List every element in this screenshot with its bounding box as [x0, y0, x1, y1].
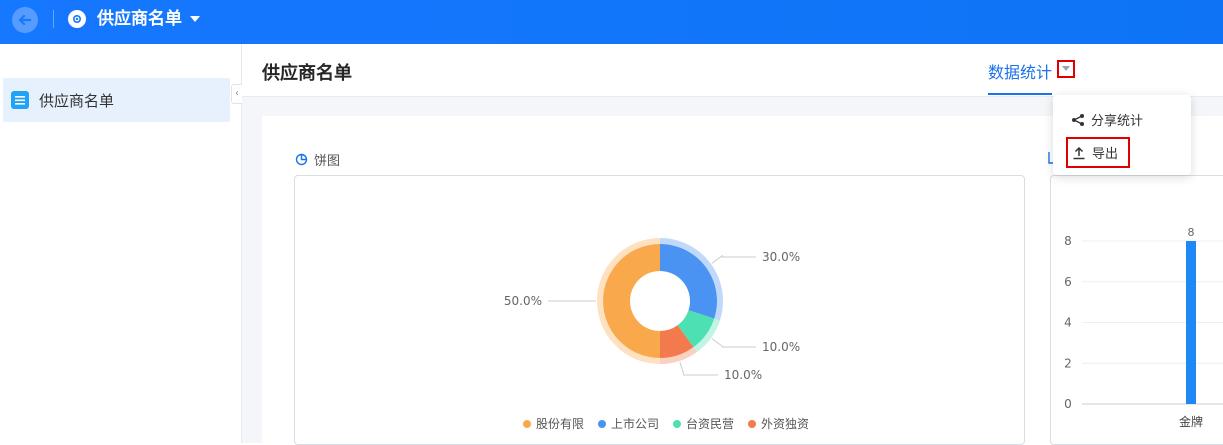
list-icon: [11, 91, 29, 109]
export-label: 导出: [1092, 147, 1119, 162]
y-tick-label: 4: [1064, 316, 1072, 330]
pie-data-label: 30.0%: [762, 250, 800, 264]
pie-leader-line: [711, 338, 756, 348]
menu-item-export[interactable]: 导出: [1066, 137, 1130, 168]
pie-data-label: 10.0%: [724, 368, 762, 382]
app-switch-caret-icon[interactable]: [189, 14, 201, 24]
legend-item[interactable]: 股份有限: [523, 415, 584, 432]
bar-chart: 0 2 4 6 8 8 金牌: [1064, 226, 1223, 429]
pie-data-label: 50.0%: [504, 294, 542, 308]
legend-item[interactable]: 外资独资: [748, 415, 809, 432]
legend-label: 外资独资: [761, 417, 810, 431]
y-tick-label: 0: [1064, 397, 1072, 411]
pie-chart: 30.0% 10.0%10.0% 50.0%: [504, 238, 800, 382]
legend-item[interactable]: 台资民营: [673, 415, 734, 432]
legend-item[interactable]: 上市公司: [598, 415, 659, 432]
pie-section-label: 饼图: [314, 154, 341, 169]
sidebar-item-supplier-list[interactable]: 供应商名单: [3, 78, 230, 122]
y-tick-label: 6: [1064, 275, 1072, 289]
legend-label: 股份有限: [536, 417, 585, 431]
x-tick-label: 金牌: [1179, 414, 1203, 429]
active-tab-indicator: [988, 93, 1052, 95]
pie-legend: 股份有限 上市公司 台资民营 外资独资: [523, 415, 809, 432]
share-stats-label: 分享统计: [1091, 114, 1144, 129]
page-header: 供应商名单 数据统计: [242, 44, 1223, 97]
y-tick-label: 8: [1064, 234, 1072, 248]
bar-data-label: 8: [1188, 226, 1195, 239]
pie-section-title: 饼图: [295, 150, 340, 169]
menu-item-share-stats[interactable]: 分享统计: [1071, 110, 1143, 129]
pie-data-label: 10.0%: [762, 340, 800, 354]
pie-chart-icon: [295, 153, 308, 166]
share-icon: [1072, 113, 1084, 126]
top-bar: 供应商名单: [0, 0, 1223, 44]
page-title: 供应商名单: [262, 63, 352, 84]
stats-dropdown-menu: 分享统计 导出: [1053, 95, 1191, 175]
legend-label: 上市公司: [611, 417, 660, 431]
pie-slice[interactable]: [660, 244, 717, 319]
pie-leader-line: [711, 254, 756, 264]
pie-leader-line: [679, 361, 718, 376]
topbar-divider: [53, 10, 54, 28]
export-icon: [1073, 146, 1085, 159]
caret-down-icon: [1062, 66, 1070, 71]
app-logo-icon: [68, 10, 86, 28]
tab-dropdown-toggle[interactable]: [1057, 60, 1075, 78]
sidebar: 供应商名单: [0, 44, 242, 443]
sidebar-item-label: 供应商名单: [39, 92, 115, 110]
y-tick-label: 2: [1064, 356, 1072, 370]
back-arrow-icon: [18, 14, 32, 26]
legend-label: 台资民营: [686, 417, 735, 431]
bar[interactable]: [1186, 241, 1196, 404]
back-button[interactable]: [12, 7, 38, 33]
app-title: 供应商名单: [97, 9, 182, 29]
tab-data-statistics[interactable]: 数据统计: [988, 59, 1052, 83]
